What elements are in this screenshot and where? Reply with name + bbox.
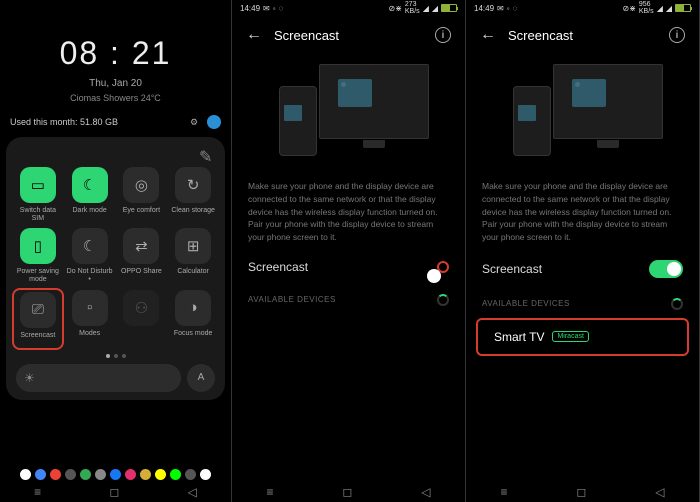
nav-bar: ≡ ◻ ◁: [0, 482, 231, 502]
qs-tile-switch-data-sim[interactable]: ▭ Switch data SIM: [14, 167, 62, 222]
tile-label: Focus mode: [174, 330, 213, 344]
data-usage-text: Used this month: 51.80 GB: [10, 117, 118, 127]
loading-spinner-icon: [437, 294, 449, 306]
page-title: Screencast: [508, 28, 573, 43]
screencast-illustration: [269, 64, 429, 164]
tile-label: OPPO Share: [121, 268, 162, 282]
back-icon[interactable]: ←: [480, 26, 496, 44]
app-dock: [0, 469, 231, 480]
quick-settings-sheet: ✎ ▭ Switch data SIM ☾ Dark mode ◎ Eye comfort…: [6, 137, 225, 400]
qs-tile-do-not-disturb-[interactable]: ☾ Do Not Disturb •: [66, 228, 114, 283]
description-text: Make sure your phone and the display dev…: [232, 180, 465, 244]
home-button[interactable]: ◻: [342, 485, 352, 499]
qs-tile-power-saving-mode[interactable]: ▯ Power saving mode: [14, 228, 62, 283]
tile-icon: ◎: [123, 167, 159, 203]
weather-text: Ciomas Showers 24°C: [0, 93, 231, 103]
info-icon[interactable]: i: [669, 27, 685, 43]
brightness-slider[interactable]: ☀: [16, 364, 181, 392]
tile-label: Calculator: [177, 268, 209, 282]
nav-bar: ≡ ◻ ◁: [466, 482, 699, 502]
device-item-smart-tv[interactable]: Smart TV Miracast: [476, 318, 689, 356]
description-text: Make sure your phone and the display dev…: [466, 180, 699, 244]
clock-date: Thu, Jan 20: [0, 78, 231, 89]
qs-tile-modes[interactable]: ▫ Modes: [66, 290, 114, 348]
tile-icon: ☾: [72, 167, 108, 203]
screencast-toggle-label: Screencast: [482, 262, 542, 276]
available-devices-label: AVAILABLE DEVICES: [482, 299, 570, 308]
status-bar: 14:49✉◦◌ ⊘⋇273KB/s◢◢: [232, 0, 465, 16]
nav-bar: ≡ ◻ ◁: [232, 482, 465, 502]
back-icon[interactable]: ←: [246, 26, 262, 44]
qs-tile-dark-mode[interactable]: ☾ Dark mode: [66, 167, 114, 222]
available-devices-label: AVAILABLE DEVICES: [248, 295, 336, 304]
status-bar: 14:49✉◦◌ ⊘⋇956KB/s◢◢: [466, 0, 699, 16]
profile-avatar[interactable]: [207, 115, 221, 129]
back-button[interactable]: ◁: [655, 485, 664, 499]
tile-icon: ◑: [175, 290, 211, 326]
tile-label: Do Not Disturb •: [66, 268, 114, 283]
back-button[interactable]: ◁: [188, 485, 197, 499]
page-indicator: [14, 354, 217, 358]
tile-label: Switch data SIM: [14, 207, 62, 222]
tile-label: Dark mode: [73, 207, 107, 221]
tile-icon: ▯: [20, 228, 56, 264]
device-name: Smart TV: [494, 330, 544, 344]
page-title: Screencast: [274, 28, 339, 43]
home-button[interactable]: ◻: [576, 485, 586, 499]
recent-button[interactable]: ≡: [266, 485, 273, 499]
tile-label: Modes: [79, 330, 100, 344]
tile-icon: ☾: [72, 228, 108, 264]
tile-label: Power saving mode: [14, 268, 62, 283]
screencast-panel-searching: 14:49✉◦◌ ⊘⋇273KB/s◢◢ ← Screencast i Make…: [232, 0, 466, 502]
tile-icon: ⎚: [20, 292, 56, 328]
screencast-toggle[interactable]: [649, 260, 683, 278]
recent-button[interactable]: ≡: [34, 485, 41, 499]
screencast-illustration: [503, 64, 663, 164]
qs-tile-eye-comfort[interactable]: ◎ Eye comfort: [118, 167, 166, 222]
clock-time: 08 : 21: [0, 35, 231, 72]
screencast-panel-device-found: 14:49✉◦◌ ⊘⋇956KB/s◢◢ ← Screencast i Make…: [466, 0, 700, 502]
tile-icon: ▭: [20, 167, 56, 203]
loading-spinner-icon: [671, 298, 683, 310]
back-button[interactable]: ◁: [421, 485, 430, 499]
miracast-badge: Miracast: [552, 331, 588, 342]
qs-tile-tile-10[interactable]: ⚇: [118, 290, 166, 348]
tile-icon: ⚇: [123, 290, 159, 326]
tile-icon: ⊞: [175, 228, 211, 264]
tile-label: Screencast: [20, 332, 55, 346]
qs-tile-calculator[interactable]: ⊞ Calculator: [169, 228, 217, 283]
tile-label: Eye comfort: [123, 207, 160, 221]
info-icon[interactable]: i: [435, 27, 451, 43]
edit-icon[interactable]: ✎: [199, 147, 213, 161]
qs-tile-screencast[interactable]: ⎚ Screencast: [12, 288, 64, 350]
recent-button[interactable]: ≡: [500, 485, 507, 499]
screencast-toggle-label: Screencast: [248, 260, 308, 274]
settings-icon[interactable]: ⚙: [187, 115, 201, 129]
quick-settings-panel: 08 : 21 Thu, Jan 20 Ciomas Showers 24°C …: [0, 0, 232, 502]
home-button[interactable]: ◻: [109, 485, 119, 499]
qs-tile-oppo-share[interactable]: ⇄ OPPO Share: [118, 228, 166, 283]
tile-icon: ⇄: [123, 228, 159, 264]
auto-brightness-button[interactable]: A: [187, 364, 215, 392]
tile-icon: ↻: [175, 167, 211, 203]
tile-label: Clean storage: [171, 207, 215, 221]
qs-tile-focus-mode[interactable]: ◑ Focus mode: [169, 290, 217, 348]
qs-tile-clean-storage[interactable]: ↻ Clean storage: [169, 167, 217, 222]
tile-icon: ▫: [72, 290, 108, 326]
